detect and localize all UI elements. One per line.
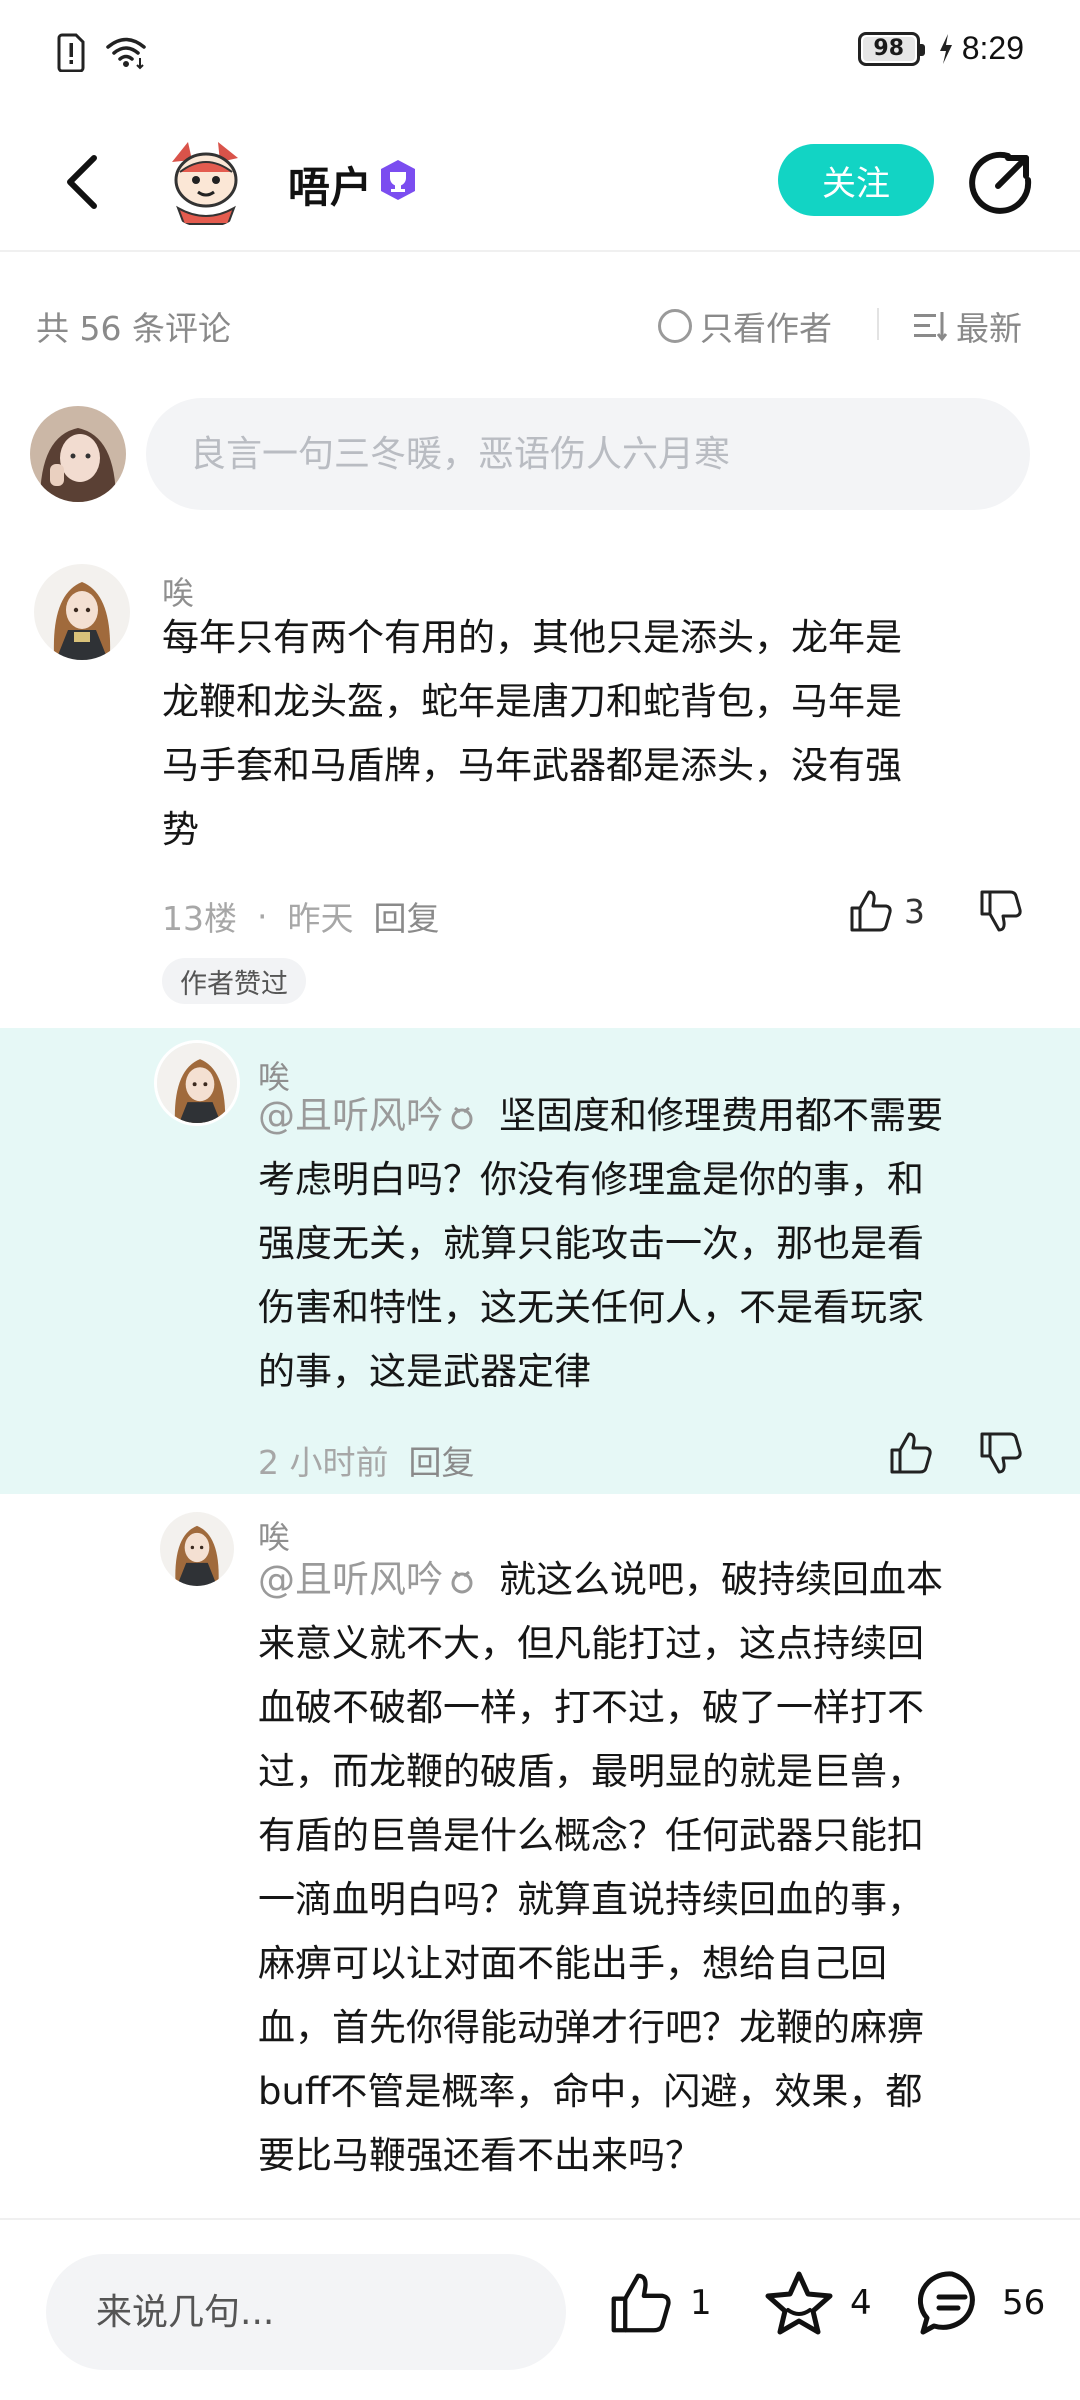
comment-meta: 13楼 · 昨天 回复 — [162, 892, 440, 940]
author-avatar[interactable] — [158, 132, 254, 228]
reply-line: 伤害和特性，这无关任何人，不是看玩家 — [258, 1286, 924, 1329]
user-badge-icon — [451, 1570, 473, 1594]
current-user-avatar — [30, 406, 126, 502]
reply-line: 一滴血明白吗？就算直说持续回血的事， — [258, 1878, 924, 1921]
reply-text: @且听风吟 就这么说吧，破持续回血本 来意义就不大，但凡能打过，这点持续回 血破不… — [258, 1548, 1048, 2188]
star-icon — [765, 2271, 833, 2335]
comment-line: 马手套和马盾牌，马年武器都是添头，没有强 — [162, 744, 902, 787]
reply-button[interactable]: 回复 — [409, 1436, 475, 1484]
reply-line: 强度无关，就算只能攻击一次，那也是看 — [258, 1222, 924, 1265]
meta-dot: · — [257, 896, 268, 936]
sim-alert-icon — [57, 33, 85, 72]
follow-button[interactable]: 关注 — [778, 144, 934, 216]
reply-time: 2 小时前 — [258, 1443, 389, 1482]
thumbs-down-icon — [980, 890, 1022, 932]
battery-icon: 98 — [857, 31, 925, 66]
sort-button[interactable]: 最新 — [912, 302, 1022, 350]
reply-button[interactable]: 回复 — [374, 892, 440, 940]
replier-avatar[interactable] — [160, 1512, 234, 1586]
battery-level: 98 — [873, 36, 905, 61]
chat-bubble-icon — [918, 2271, 975, 2335]
reply-meta: 2 小时前 回复 — [258, 1436, 475, 1484]
quick-comment-input[interactable] — [46, 2254, 566, 2370]
status-bar: 98 8:29 — [0, 0, 1080, 110]
favorite-count: 4 — [850, 2283, 872, 2323]
back-button[interactable] — [52, 150, 112, 214]
mention-link[interactable]: @且听风吟 — [258, 1094, 443, 1137]
comment-line: 势 — [162, 808, 199, 851]
reply-text: @且听风吟 坚固度和修理费用都不需要 考虑明白吗？你没有修理盒是你的事，和 强度无… — [258, 1084, 1048, 1404]
comment-filter-bar: 共 56 条评论 只看作者 最新 — [0, 252, 1080, 392]
floor-number: 13楼 — [162, 899, 237, 938]
clock: 8:29 — [961, 30, 1024, 66]
reply-line-first: @且听风吟 坚固度和修理费用都不需要 — [258, 1084, 1048, 1148]
post-like-button[interactable]: 1 — [608, 2270, 712, 2336]
like-button[interactable] — [888, 1430, 934, 1476]
reply-line: 要比马鞭强还看不出来吗？ — [258, 2134, 702, 2177]
author-name[interactable]: 唔户 — [288, 154, 372, 215]
compose-row — [0, 392, 1080, 522]
reply-line: 的事，这是武器定律 — [258, 1350, 591, 1393]
share-icon — [969, 151, 1032, 214]
thumbs-up-icon — [611, 2273, 671, 2333]
reply-line: 考虑明白吗？你没有修理盒是你的事，和 — [258, 1158, 924, 1201]
post-like-count: 1 — [690, 2283, 712, 2323]
mention-link[interactable]: @且听风吟 — [258, 1558, 443, 1601]
reply-line: 血，首先你得能动弹才行吧？龙鞭的麻痹 — [258, 2006, 924, 2049]
author-liked-badge: 作者赞过 — [162, 958, 306, 1004]
comments-count: 56 — [1002, 2283, 1046, 2323]
radio-unchecked-icon — [658, 309, 692, 343]
reply-line: 就这么说吧，破持续回血本 — [499, 1558, 943, 1601]
reply-line: 过，而龙鞭的破盾，最明显的就是巨兽， — [258, 1750, 924, 1793]
reply-line: 有盾的巨兽是什么概念？任何武器只能扣 — [258, 1814, 924, 1857]
commenter-avatar[interactable] — [34, 564, 130, 660]
only-author-toggle[interactable]: 只看作者 — [658, 302, 832, 350]
thumbs-up-icon — [890, 1432, 932, 1474]
reply-item-highlighted: 唉 @且听风吟 坚固度和修理费用都不需要 考虑明白吗？你没有修理盒是你的事，和 强… — [0, 1028, 1080, 1494]
comment-count: 共 56 条评论 — [36, 309, 231, 348]
reply-line-first: @且听风吟 就这么说吧，破持续回血本 — [258, 1548, 1048, 1612]
reply-line: 坚固度和修理费用都不需要 — [499, 1094, 943, 1137]
comment-line: 龙鞭和龙头盔，蛇年是唐刀和蛇背包，马年是 — [162, 680, 902, 723]
divider — [877, 308, 879, 340]
comment-input[interactable] — [146, 398, 1030, 510]
comment-line: 每年只有两个有用的，其他只是添头，龙年是 — [162, 616, 902, 659]
trophy-badge-icon — [381, 160, 415, 200]
sort-list-icon — [914, 312, 948, 342]
like-count: 3 — [904, 891, 925, 931]
user-badge-icon — [451, 1106, 473, 1130]
comment-time: 昨天 — [287, 899, 354, 938]
like-button[interactable]: 3 — [848, 888, 925, 934]
dislike-button[interactable] — [978, 888, 1024, 938]
dislike-button[interactable] — [978, 1430, 1024, 1480]
bottom-action-bar: 1 4 56 — [0, 2218, 1080, 2400]
only-author-label: 只看作者 — [700, 309, 832, 348]
replier-avatar[interactable] — [154, 1040, 240, 1126]
thumbs-up-icon — [850, 890, 892, 932]
wifi-icon — [106, 37, 146, 70]
share-button[interactable] — [968, 150, 1034, 216]
sort-label: 最新 — [956, 309, 1022, 348]
comment-text: 每年只有两个有用的，其他只是添头，龙年是 龙鞭和龙头盔，蛇年是唐刀和蛇背包，马年… — [162, 606, 1022, 862]
reply-line: 来意义就不大，但凡能打过，这点持续回 — [258, 1622, 924, 1665]
top-nav-bar: 唔户 关注 — [0, 110, 1080, 252]
favorite-button[interactable]: 4 — [764, 2270, 872, 2336]
reply-line: buff不管是概率，命中，闪避，效果，都 — [258, 2070, 923, 2113]
reply-line: 麻痹可以让对面不能出手，想给自己回 — [258, 1942, 887, 1985]
thumbs-down-icon — [980, 1432, 1022, 1474]
chevron-left-icon — [67, 155, 97, 209]
comments-button[interactable]: 56 — [918, 2270, 1045, 2336]
charging-icon — [939, 33, 952, 64]
reply-line: 血破不破都一样，打不过，破了一样打不 — [258, 1686, 924, 1729]
